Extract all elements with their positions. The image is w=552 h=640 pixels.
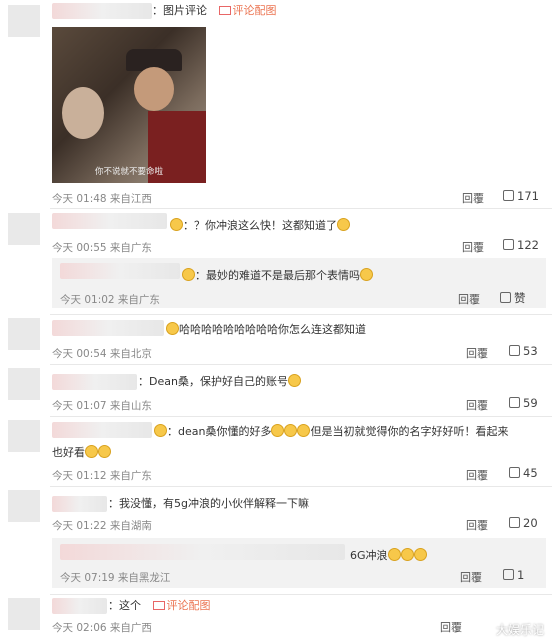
comment-meta: 今天 01:12 来自广东 [52,470,152,482]
emoji-icon [166,322,179,335]
avatar[interactable] [8,490,40,522]
comment-text: ：Dean桑，保护好自己的账号 [138,374,301,390]
comment-text: 哈哈哈哈哈哈哈哈哈你怎么连这都知道 [166,322,366,338]
sub-reply-meta: 今天 01:02 来自广东 [60,294,160,306]
avatar[interactable] [8,213,40,245]
reply-button[interactable]: 回覆 [466,345,488,361]
avatar[interactable] [8,598,40,630]
comment-text-cont: 也好看 [52,445,111,461]
comment-image-link[interactable]: 评论配图 [233,4,277,17]
reply-button[interactable]: 回覆 [466,517,488,533]
comment-text: ：我没懂，有5g冲浪的小伙伴解释一下嘛 [108,497,309,510]
thumbs-up-icon [503,190,514,201]
thumbs-up-icon [503,239,514,250]
reply-button[interactable]: 回覆 [460,569,482,585]
reply-button[interactable]: 回覆 [458,291,480,307]
watermark: 大娱乐记 [495,623,544,637]
username-blurred[interactable] [52,598,107,614]
reply-button[interactable]: 回覆 [466,467,488,483]
username-blurred[interactable] [52,320,164,336]
image-icon [218,6,231,15]
like-button[interactable]: 171 [503,189,539,203]
like-button[interactable]: 45 [509,466,538,480]
emoji-icon [154,424,167,437]
username-blurred[interactable] [52,422,152,438]
like-button[interactable]: 59 [509,396,538,410]
emoji-icon [182,268,195,281]
emoji-icon [271,424,285,437]
comment-meta: 今天 01:22 来自湖南 [52,520,152,532]
like-button[interactable]: 赞 [500,290,526,306]
emoji-icon [387,548,401,561]
thumbs-up-icon [500,292,511,303]
avatar[interactable] [8,420,40,452]
sub-reply-text: ：最妙的难道不是最后那个表情吗 [182,268,373,284]
like-button[interactable]: 1 [503,568,524,582]
comment-meta: 今天 01:07 来自山东 [52,400,152,412]
comment-meta: 今天 02:06 来自广西 [52,622,152,634]
comment-text: ：图片评论 评论配图 [152,4,277,17]
comment-text: ：这个 评论配图 [108,599,211,612]
thumbs-up-icon [509,345,520,356]
emoji-icon [337,218,350,231]
emoji-icon [284,424,298,437]
emoji-icon [413,548,427,561]
like-button[interactable]: 53 [509,344,538,358]
like-button[interactable]: 122 [503,238,539,252]
emoji-icon [287,374,301,387]
reply-button[interactable]: 回覆 [466,397,488,413]
thumbs-up-icon [503,569,514,580]
avatar[interactable] [8,368,40,400]
sub-reply-text: 6G冲浪 [350,548,427,564]
comment-meta: 今天 00:54 来自北京 [52,348,152,360]
username-blurred[interactable] [52,496,107,512]
comment-image[interactable]: 你不说就不要命啦 [52,27,206,183]
sub-reply-meta: 今天 07:19 来自黑龙江 [60,572,171,584]
username-blurred[interactable] [52,3,152,19]
thumbs-up-icon [509,467,520,478]
username-blurred[interactable] [60,544,345,560]
emoji-icon [98,445,111,458]
emoji-icon [400,548,414,561]
like-button[interactable]: 20 [509,516,538,530]
comment-image-link[interactable]: 评论配图 [167,599,211,612]
comment-meta: 今天 00:55 来自广东 [52,242,152,254]
emoji-icon [85,445,98,458]
reply-button[interactable]: 回覆 [462,190,484,206]
comment-text: ：dean桑你懂的好多 但是当初就觉得你的名字好好听！看起来 [154,424,508,440]
emoji-icon [360,268,373,281]
emoji-icon [297,424,311,437]
comment-text: ：？你冲浪这么快！这都知道了 [170,218,350,234]
username-blurred[interactable] [60,263,180,279]
image-caption: 你不说就不要命啦 [94,167,163,177]
thumbs-up-icon [509,517,520,528]
reply-button[interactable]: 回覆 [462,239,484,255]
avatar[interactable] [8,318,40,350]
emoji-icon [170,218,183,231]
username-blurred[interactable] [52,213,167,229]
image-icon [152,601,165,610]
thumbs-up-icon [509,397,520,408]
comment-meta: 今天 01:48 来自江西 [52,193,152,205]
avatar[interactable] [8,5,40,37]
username-blurred[interactable] [52,374,137,390]
reply-button[interactable]: 回覆 [440,619,462,635]
